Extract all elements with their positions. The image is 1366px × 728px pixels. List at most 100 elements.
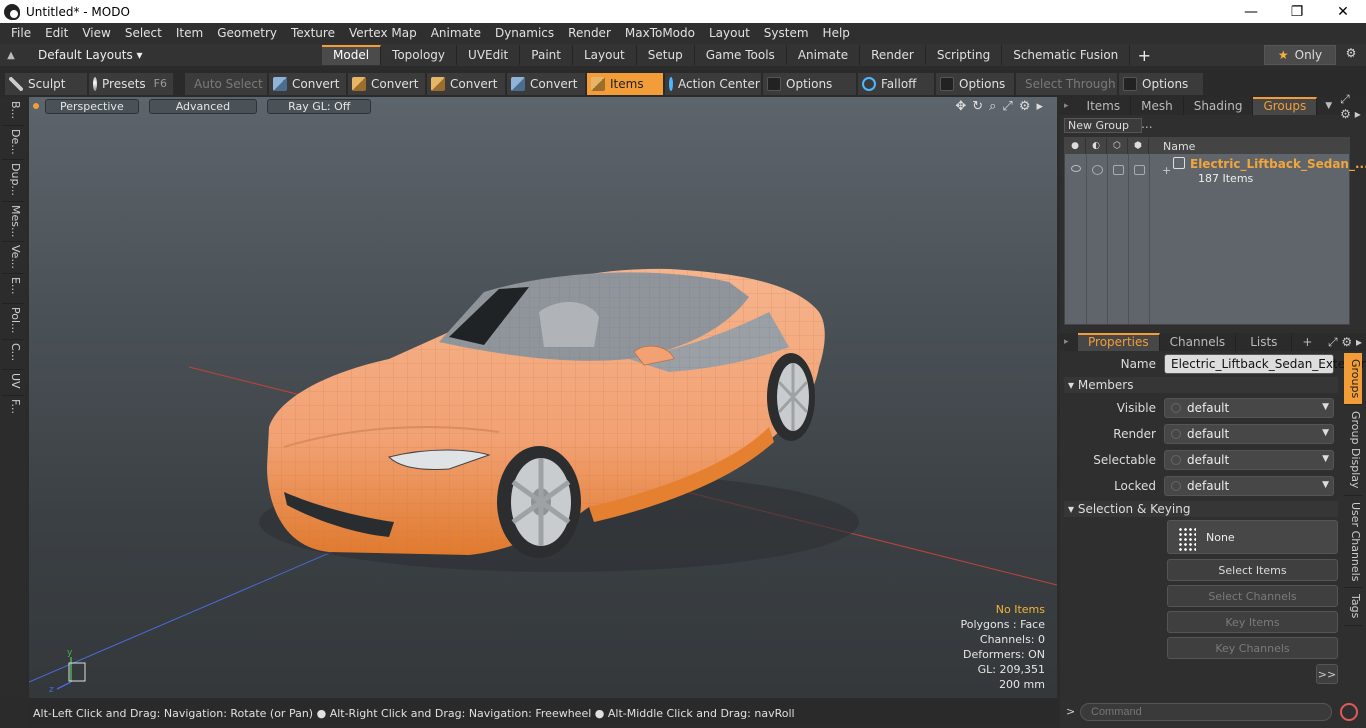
sculpt-button[interactable]: Sculpt (4, 71, 88, 96)
only-toggle[interactable]: ★ Only (1264, 45, 1336, 65)
auto-select-button[interactable]: Auto Select (184, 71, 268, 96)
viewport-expand-icon[interactable]: ▸ (1036, 99, 1043, 114)
left-tab-vertex[interactable]: Ve... (4, 245, 22, 269)
menu-help[interactable]: Help (816, 23, 857, 44)
items-button[interactable]: Items (586, 71, 664, 96)
tab-render[interactable]: Render (860, 45, 926, 65)
panel-collapse-icon[interactable]: ▸ (1060, 101, 1069, 111)
add-layout-button[interactable]: + (1130, 46, 1158, 65)
tab-topology[interactable]: Topology (381, 45, 458, 65)
name-field[interactable]: Electric_Liftback_Sedan_Exterior (1164, 354, 1366, 374)
expand-group-icon[interactable]: + (1162, 164, 1171, 177)
group-name[interactable]: Electric_Liftback_Sedan_... (1190, 157, 1366, 171)
key-items-button[interactable]: Key Items (1167, 611, 1338, 633)
key-channels-button[interactable]: Key Channels (1167, 637, 1338, 659)
menu-system[interactable]: System (757, 23, 816, 44)
tab-uvedit[interactable]: UVEdit (457, 45, 521, 65)
menu-vertex-map[interactable]: Vertex Map (342, 23, 424, 44)
vtab-user-channels[interactable]: User Channels (1344, 496, 1362, 589)
vtab-tags[interactable]: Tags (1344, 588, 1362, 626)
move-view-icon[interactable]: ✥ (955, 99, 966, 114)
menu-view[interactable]: View (75, 23, 117, 44)
convert-button-1[interactable]: Convert (268, 71, 347, 96)
lock-column-icon[interactable]: ⬢ (1128, 138, 1149, 154)
tab-schematic-fusion[interactable]: Schematic Fusion (1002, 45, 1131, 65)
selection-keying-section[interactable]: ▾ Selection & Keying (1064, 501, 1338, 517)
add-tab-button[interactable]: + (1292, 333, 1322, 351)
tab-lists[interactable]: Lists (1236, 333, 1293, 351)
select-channels-button[interactable]: Select Channels (1167, 585, 1338, 607)
left-tab-uv[interactable]: UV (4, 373, 22, 389)
tab-channels[interactable]: Channels (1160, 333, 1237, 351)
minimize-button[interactable]: — (1228, 0, 1274, 23)
options-button-3[interactable]: Options (1118, 71, 1204, 96)
pin-icon[interactable]: ▲ (0, 50, 22, 61)
action-center-button[interactable]: Action Center (664, 71, 762, 96)
tab-mesh[interactable]: Mesh ... (1131, 97, 1184, 131)
falloff-button[interactable]: Falloff (857, 71, 935, 96)
convert-button-3[interactable]: Convert (426, 71, 506, 96)
left-tab-curve[interactable]: C... (4, 343, 22, 361)
name-column-header[interactable]: Name (1149, 140, 1195, 153)
close-button[interactable]: ✕ (1320, 0, 1366, 23)
render-dropdown[interactable]: default ▼ (1164, 424, 1334, 444)
options-button-2[interactable]: Options (935, 71, 1015, 96)
tab-model[interactable]: Model (322, 45, 382, 65)
menu-dynamics[interactable]: Dynamics (488, 23, 561, 44)
left-tab-basic[interactable]: B... (4, 101, 22, 119)
panel-collapse-icon-2[interactable]: ▸ (1060, 333, 1078, 351)
tab-animate[interactable]: Animate (787, 45, 861, 65)
gear-icon[interactable]: ⚙ (1342, 46, 1360, 64)
expand-button[interactable]: >> (1316, 664, 1338, 684)
menu-animate[interactable]: Animate (424, 23, 488, 44)
viewport-settings-icon[interactable]: ⚙ (1019, 99, 1031, 114)
left-tab-polygon[interactable]: Pol... (4, 307, 22, 334)
default-layouts-dropdown[interactable]: Default Layouts ▾ (22, 48, 322, 62)
locked-dropdown[interactable]: default ▼ (1164, 476, 1334, 496)
lock-toggle[interactable] (1134, 165, 1145, 175)
maximize-button[interactable]: ❐ (1274, 0, 1320, 23)
render-column-icon[interactable]: ◐ (1086, 138, 1107, 154)
none-selection-button[interactable]: None (1167, 520, 1338, 554)
members-section[interactable]: ▾ Members (1064, 377, 1338, 393)
raygl-button[interactable]: Ray GL: Off (267, 98, 372, 114)
render-toggle-icon[interactable] (1092, 165, 1103, 175)
left-tab-edge[interactable]: E... (4, 277, 22, 294)
tab-shading[interactable]: Shading (1184, 97, 1254, 115)
menu-geometry[interactable]: Geometry (210, 23, 284, 44)
menu-layout[interactable]: Layout (702, 23, 757, 44)
panel-expand-icon-2[interactable]: ⤢ ⚙ ▸ (1328, 333, 1366, 351)
select-items-button[interactable]: Select Items (1167, 559, 1338, 581)
tab-paint[interactable]: Paint (520, 45, 573, 65)
convert-button-4[interactable]: Convert (506, 71, 586, 96)
rotate-view-icon[interactable]: ↻ (972, 99, 983, 114)
select-toggle[interactable] (1113, 165, 1124, 175)
visibility-column-icon[interactable]: ● (1065, 138, 1086, 154)
menu-render[interactable]: Render (561, 23, 618, 44)
menu-select[interactable]: Select (118, 23, 169, 44)
left-tab-fusion[interactable]: F... (4, 399, 22, 414)
tab-layout[interactable]: Layout (573, 45, 637, 65)
menu-maxtomodo[interactable]: MaxToModo (618, 23, 702, 44)
selectable-dropdown[interactable]: default ▼ (1164, 450, 1334, 470)
panel-expand-icon[interactable]: ⤢ ⚙ ▸ (1340, 92, 1366, 121)
tab-items[interactable]: Items (1069, 97, 1132, 115)
tab-properties[interactable]: Properties (1078, 333, 1160, 351)
presets-button[interactable]: Presets F6 (88, 71, 174, 96)
select-through-button[interactable]: Select Through (1015, 71, 1118, 96)
new-group-button[interactable]: New Group (1064, 118, 1142, 133)
group-row[interactable]: + Electric_Liftback_Sedan_... 187 Items (1065, 155, 1366, 185)
fit-view-icon[interactable]: ⤢ (1002, 99, 1012, 114)
advanced-button[interactable]: Advanced (148, 98, 258, 114)
left-tab-deform[interactable]: De... (4, 129, 22, 155)
select-column-icon[interactable]: ⬡ (1107, 138, 1128, 154)
tab-setup[interactable]: Setup (637, 45, 695, 65)
perspective-button[interactable]: Perspective (45, 98, 139, 114)
menu-file[interactable]: File (4, 23, 38, 44)
eye-icon[interactable] (1071, 165, 1081, 172)
command-input[interactable] (1080, 703, 1332, 721)
options-button-1[interactable]: Options (762, 71, 857, 96)
left-tab-duplicate[interactable]: Dup... (4, 163, 22, 196)
convert-button-2[interactable]: Convert (347, 71, 426, 96)
tab-groups[interactable]: Groups (1253, 97, 1318, 115)
